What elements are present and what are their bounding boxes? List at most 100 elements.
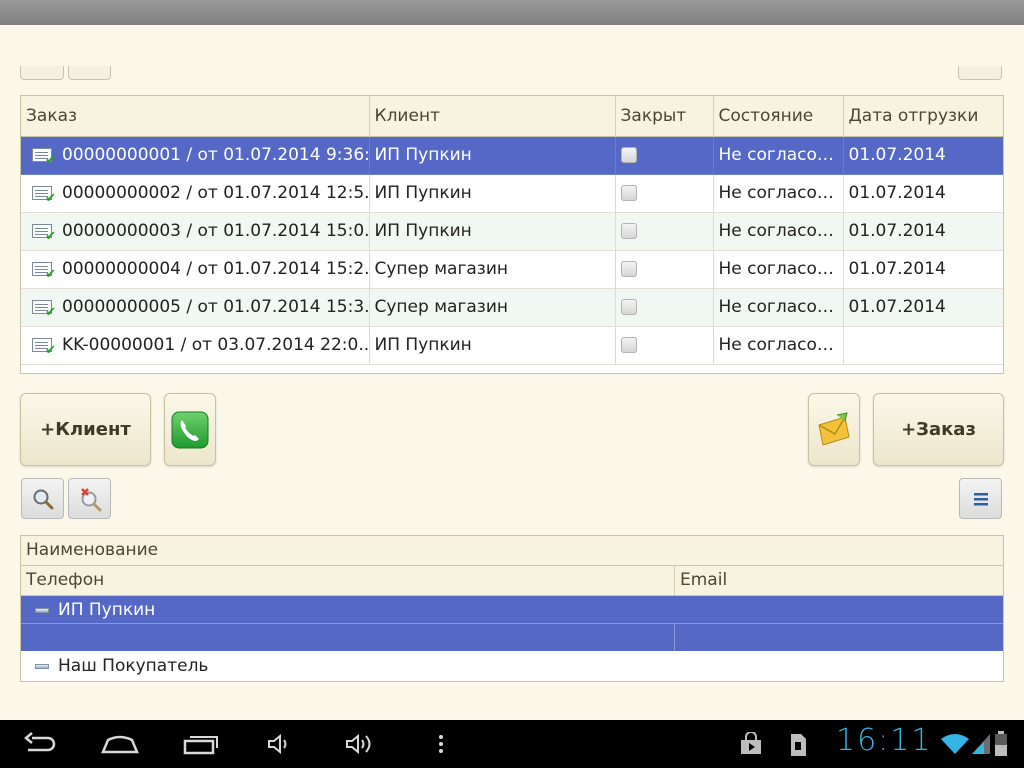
order-number: 00000000004 / от 01.07.2014 15:2... <box>62 259 369 279</box>
sd-card-icon <box>791 734 806 756</box>
state-cell[interactable]: Не согласован <box>713 212 844 251</box>
store-notification-icon <box>741 732 761 754</box>
state-cell[interactable]: Не согласован <box>713 326 844 365</box>
search-button[interactable] <box>21 478 64 519</box>
back-icon[interactable] <box>22 732 58 756</box>
column-header-phone[interactable]: Телефон <box>21 566 675 595</box>
add-client-button[interactable]: +Клиент <box>20 393 151 466</box>
menu-button[interactable] <box>959 478 1002 519</box>
client-cell[interactable]: ИП Пупкин <box>369 326 616 365</box>
order-cell[interactable]: ✔ 00000000003 / от 01.07.2014 15:0... <box>21 212 370 251</box>
order-number: 00000000002 / от 01.07.2014 12:5... <box>62 183 369 203</box>
order-row[interactable]: ✔ 00000000004 / от 01.07.2014 15:2... Супе… <box>21 250 1003 289</box>
order-document-icon: ✔ <box>32 261 56 281</box>
client-row-name[interactable]: ИП Пупкин <box>21 596 1003 624</box>
clear-search-icon <box>80 487 101 511</box>
closed-checkbox[interactable] <box>620 223 637 239</box>
state-cell[interactable]: Не согласован <box>713 174 844 213</box>
ship-date-cell[interactable] <box>843 326 1003 365</box>
collapse-icon[interactable] <box>35 663 49 669</box>
client-cell[interactable]: Супер магазин <box>369 250 616 289</box>
closed-checkbox[interactable] <box>620 185 637 201</box>
clients-header-name-row: Наименование <box>21 536 1003 566</box>
state-cell[interactable]: Не согласован <box>713 250 844 289</box>
system-top-bar <box>0 0 1024 25</box>
state-cell[interactable]: Не согласован <box>713 136 844 175</box>
column-header-name[interactable]: Наименование <box>21 536 1003 565</box>
client-row-contacts[interactable] <box>21 624 1003 651</box>
order-row[interactable]: ✔ KK-00000001 / от 03.07.2014 22:0... ИП П… <box>21 326 1003 365</box>
toolbar-button-stub[interactable] <box>958 66 1002 80</box>
order-document-icon: ✔ <box>32 185 56 205</box>
closed-cell[interactable] <box>615 136 714 175</box>
send-message-button[interactable] <box>808 393 860 466</box>
closed-cell[interactable] <box>615 250 714 289</box>
toolbar-button-stub[interactable] <box>68 66 111 80</box>
ship-date-cell[interactable]: 01.07.2014 <box>843 288 1003 327</box>
order-row[interactable]: ✔ 00000000005 / от 01.07.2014 15:3... Супе… <box>21 288 1003 327</box>
closed-cell[interactable] <box>615 174 714 213</box>
column-header-closed[interactable]: Закрыт <box>615 96 714 137</box>
volume-up-icon[interactable] <box>344 732 378 756</box>
add-client-label: +Клиент <box>40 419 131 440</box>
ship-date-cell[interactable]: 01.07.2014 <box>843 136 1003 175</box>
order-document-icon: ✔ <box>32 337 56 357</box>
add-order-button[interactable]: +Заказ <box>873 393 1004 466</box>
client-cell[interactable]: ИП Пупкин <box>369 174 616 213</box>
orders-table: Заказ Клиент Закрыт Состояние Дата отгру… <box>20 95 1004 374</box>
orders-header-row: Заказ Клиент Закрыт Состояние Дата отгру… <box>21 96 1003 137</box>
order-cell[interactable]: ✔ 00000000004 / от 01.07.2014 15:2... <box>21 250 370 289</box>
call-button[interactable] <box>164 393 216 466</box>
order-document-icon: ✔ <box>32 223 56 243</box>
closed-checkbox[interactable] <box>620 299 637 315</box>
wifi-icon <box>941 734 969 754</box>
client-cell[interactable]: ИП Пупкин <box>369 136 616 175</box>
closed-cell[interactable] <box>615 212 714 251</box>
battery-icon <box>995 731 1007 756</box>
search-icon <box>33 489 53 509</box>
order-number: KK-00000001 / от 03.07.2014 22:0... <box>62 335 369 355</box>
client-name: ИП Пупкин <box>58 600 156 620</box>
order-cell[interactable]: ✔ 00000000001 / от 01.07.2014 9:36:... <box>21 136 370 175</box>
order-number: 00000000001 / от 01.07.2014 9:36:... <box>62 145 369 165</box>
clear-search-button[interactable] <box>68 478 111 519</box>
ship-date-cell[interactable]: 01.07.2014 <box>843 212 1003 251</box>
status-clock: 16:11 <box>836 723 933 758</box>
order-cell[interactable]: ✔ 00000000002 / от 01.07.2014 12:5... <box>21 174 370 213</box>
column-header-email[interactable]: Email <box>675 566 1003 595</box>
column-header-order[interactable]: Заказ <box>21 96 370 137</box>
closed-cell[interactable] <box>615 326 714 365</box>
column-header-state[interactable]: Состояние <box>713 96 844 137</box>
order-number: 00000000003 / от 01.07.2014 15:0... <box>62 221 369 241</box>
order-document-icon: ✔ <box>32 147 56 167</box>
column-header-client[interactable]: Клиент <box>369 96 616 137</box>
ship-date-cell[interactable]: 01.07.2014 <box>843 250 1003 289</box>
volume-down-icon[interactable] <box>266 732 294 756</box>
client-row-name[interactable]: Наш Покупатель <box>21 652 1003 681</box>
order-cell[interactable]: ✔ 00000000005 / от 01.07.2014 15:3... <box>21 288 370 327</box>
order-number: 00000000005 / от 01.07.2014 15:3... <box>62 297 369 317</box>
order-row[interactable]: ✔ 00000000003 / от 01.07.2014 15:0... ИП П… <box>21 212 1003 251</box>
order-cell[interactable]: ✔ KK-00000001 / от 03.07.2014 22:0... <box>21 326 370 365</box>
ship-date-cell[interactable]: 01.07.2014 <box>843 174 1003 213</box>
add-order-label: +Заказ <box>901 419 976 440</box>
closed-cell[interactable] <box>615 288 714 327</box>
phone-icon <box>171 411 209 448</box>
closed-checkbox[interactable] <box>620 147 637 163</box>
order-row[interactable]: ✔ 00000000001 / от 01.07.2014 9:36:... ИП … <box>21 136 1003 175</box>
closed-checkbox[interactable] <box>620 337 637 353</box>
client-cell[interactable]: Супер магазин <box>369 288 616 327</box>
client-cell[interactable]: ИП Пупкин <box>369 212 616 251</box>
order-row[interactable]: ✔ 00000000002 / от 01.07.2014 12:5... ИП П… <box>21 174 1003 213</box>
clients-table: Наименование Телефон Email ИП Пупкин Наш… <box>20 535 1004 682</box>
recent-apps-icon[interactable] <box>182 732 220 756</box>
column-header-ship-date[interactable]: Дата отгрузки <box>843 96 1003 137</box>
home-icon[interactable] <box>100 732 140 756</box>
state-cell[interactable]: Не согласован <box>713 288 844 327</box>
order-document-icon: ✔ <box>32 299 56 319</box>
toolbar-button-stub[interactable] <box>20 66 64 80</box>
closed-checkbox[interactable] <box>620 261 637 277</box>
envelope-icon <box>818 411 850 446</box>
more-options-icon[interactable] <box>436 732 446 756</box>
collapse-icon[interactable] <box>35 607 49 613</box>
